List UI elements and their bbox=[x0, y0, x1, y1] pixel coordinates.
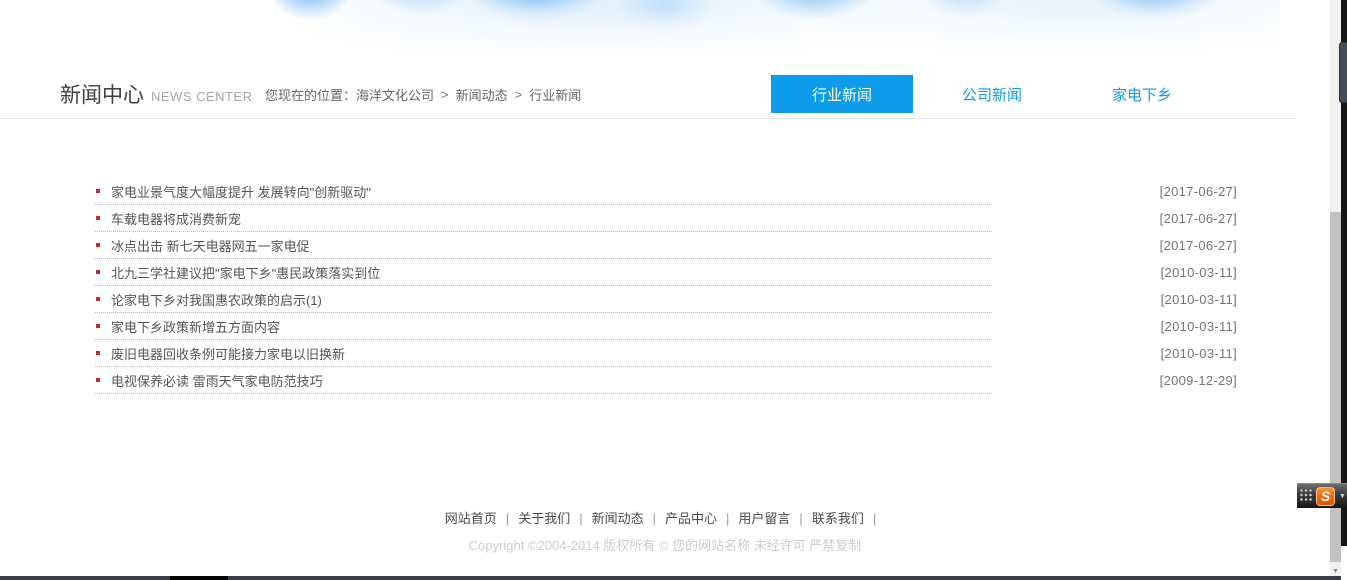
ime-sogou-icon[interactable]: S bbox=[1316, 487, 1335, 506]
bottom-edge-bar bbox=[0, 576, 1341, 580]
news-row: 家电下乡政策新增五方面内容 [2010-03-11] bbox=[95, 313, 1237, 340]
news-link[interactable]: 论家电下乡对我国惠农政策的启示(1) bbox=[111, 290, 322, 309]
news-date: [2010-03-11] bbox=[1161, 259, 1237, 286]
red-square-bullet-icon bbox=[96, 243, 100, 247]
breadcrumb-current: 行业新闻 bbox=[529, 85, 581, 104]
breadcrumb: 您现在的位置： 海洋文化公司 > 新闻动态 > 行业新闻 bbox=[265, 75, 581, 113]
header-divider bbox=[0, 118, 1297, 119]
footer-separator: | bbox=[799, 511, 802, 526]
ime-collapse-icon[interactable]: ▼ bbox=[1339, 493, 1346, 500]
footer-separator: | bbox=[506, 511, 509, 526]
tab-appliances-countryside[interactable]: 家电下乡 bbox=[1071, 75, 1213, 113]
footer-separator: | bbox=[873, 511, 876, 526]
news-section-header: 新闻中心 NEWS CENTER 您现在的位置： 海洋文化公司 > 新闻动态 >… bbox=[60, 75, 1280, 113]
page-subtitle: NEWS CENTER bbox=[151, 84, 253, 104]
red-square-bullet-icon bbox=[96, 189, 100, 193]
page-title: 新闻中心 bbox=[60, 79, 144, 109]
breadcrumb-home[interactable]: 海洋文化公司 bbox=[356, 85, 434, 104]
footer: 网站首页 | 关于我们 | 新闻动态 | 产品中心 | 用户留言 | 联系我们 | Copyright… bbox=[0, 508, 1330, 554]
footer-link-guestbook[interactable]: 用户留言 bbox=[738, 511, 790, 526]
news-date: [2010-03-11] bbox=[1161, 313, 1237, 340]
news-date: [2010-03-11] bbox=[1161, 340, 1237, 367]
news-date: [2009-12-29] bbox=[1160, 367, 1237, 394]
news-category-tabs: 行业新闻 公司新闻 家电下乡 bbox=[771, 75, 1221, 113]
news-date: [2017-06-27] bbox=[1160, 178, 1237, 205]
footer-separator: | bbox=[653, 511, 656, 526]
red-square-bullet-icon bbox=[96, 297, 100, 301]
news-row: 废旧电器回收条例可能接力家电以旧换新 [2010-03-11] bbox=[95, 340, 1237, 367]
footer-nav: 网站首页 | 关于我们 | 新闻动态 | 产品中心 | 用户留言 | 联系我们 | bbox=[0, 508, 1330, 526]
news-link[interactable]: 冰点出击 新七天电器网五一家电促 bbox=[111, 236, 310, 255]
news-row: 电视保养必读 雷雨天气家电防范技巧 [2009-12-29] bbox=[95, 367, 1237, 394]
footer-link-news[interactable]: 新闻动态 bbox=[592, 511, 644, 526]
breadcrumb-separator: > bbox=[441, 87, 449, 102]
news-link[interactable]: 家电下乡政策新增五方面内容 bbox=[111, 317, 280, 336]
news-date: [2010-03-11] bbox=[1161, 286, 1237, 313]
news-date: [2017-06-27] bbox=[1160, 232, 1237, 259]
drag-grip-icon[interactable] bbox=[1300, 489, 1314, 503]
news-link[interactable]: 家电业景气度大幅度提升 发展转向"创新驱动" bbox=[111, 182, 371, 201]
scrollbar-thumb[interactable] bbox=[1330, 212, 1341, 562]
red-square-bullet-icon bbox=[96, 378, 100, 382]
red-square-bullet-icon bbox=[96, 324, 100, 328]
breadcrumb-prefix: 您现在的位置： bbox=[265, 85, 356, 104]
footer-link-products[interactable]: 产品中心 bbox=[665, 511, 717, 526]
news-row: 冰点出击 新七天电器网五一家电促 [2017-06-27] bbox=[95, 232, 1237, 259]
footer-link-about[interactable]: 关于我们 bbox=[518, 511, 570, 526]
tab-industry-news[interactable]: 行业新闻 bbox=[771, 75, 913, 113]
bottom-edge-bar-segment bbox=[170, 576, 228, 580]
news-link[interactable]: 车载电器将成消费新宠 bbox=[111, 209, 241, 228]
news-row: 北九三学社建议把"家电下乡"惠民政策落实到位 [2010-03-11] bbox=[95, 259, 1237, 286]
copyright-text: Copyright ©2004-2014 版权所有 © 您的网站名称 未经许可 … bbox=[0, 535, 1330, 554]
red-square-bullet-icon bbox=[96, 351, 100, 355]
footer-link-home[interactable]: 网站首页 bbox=[445, 511, 497, 526]
sky-cloud-banner bbox=[120, 0, 1280, 62]
news-link[interactable]: 电视保养必读 雷雨天气家电防范技巧 bbox=[111, 371, 323, 390]
breadcrumb-news[interactable]: 新闻动态 bbox=[456, 85, 508, 104]
ime-toolbar: S ▼ bbox=[1297, 483, 1347, 508]
breadcrumb-separator: > bbox=[515, 87, 523, 102]
red-square-bullet-icon bbox=[96, 270, 100, 274]
news-row: 论家电下乡对我国惠农政策的启示(1) [2010-03-11] bbox=[95, 286, 1237, 313]
news-list: 家电业景气度大幅度提升 发展转向"创新驱动" [2017-06-27] 车载电器… bbox=[95, 178, 1237, 394]
red-square-bullet-icon bbox=[96, 216, 100, 220]
news-link[interactable]: 北九三学社建议把"家电下乡"惠民政策落实到位 bbox=[111, 263, 380, 282]
tab-company-news[interactable]: 公司新闻 bbox=[921, 75, 1063, 113]
news-row: 家电业景气度大幅度提升 发展转向"创新驱动" [2017-06-27] bbox=[95, 178, 1237, 205]
news-link[interactable]: 废旧电器回收条例可能接力家电以旧换新 bbox=[111, 344, 345, 363]
news-row: 车载电器将成消费新宠 [2017-06-27] bbox=[95, 205, 1237, 232]
footer-link-contact[interactable]: 联系我们 bbox=[812, 511, 864, 526]
overlay-scrollbar-thumb[interactable] bbox=[1339, 42, 1347, 103]
news-date: [2017-06-27] bbox=[1160, 205, 1237, 232]
footer-separator: | bbox=[579, 511, 582, 526]
footer-separator: | bbox=[726, 511, 729, 526]
